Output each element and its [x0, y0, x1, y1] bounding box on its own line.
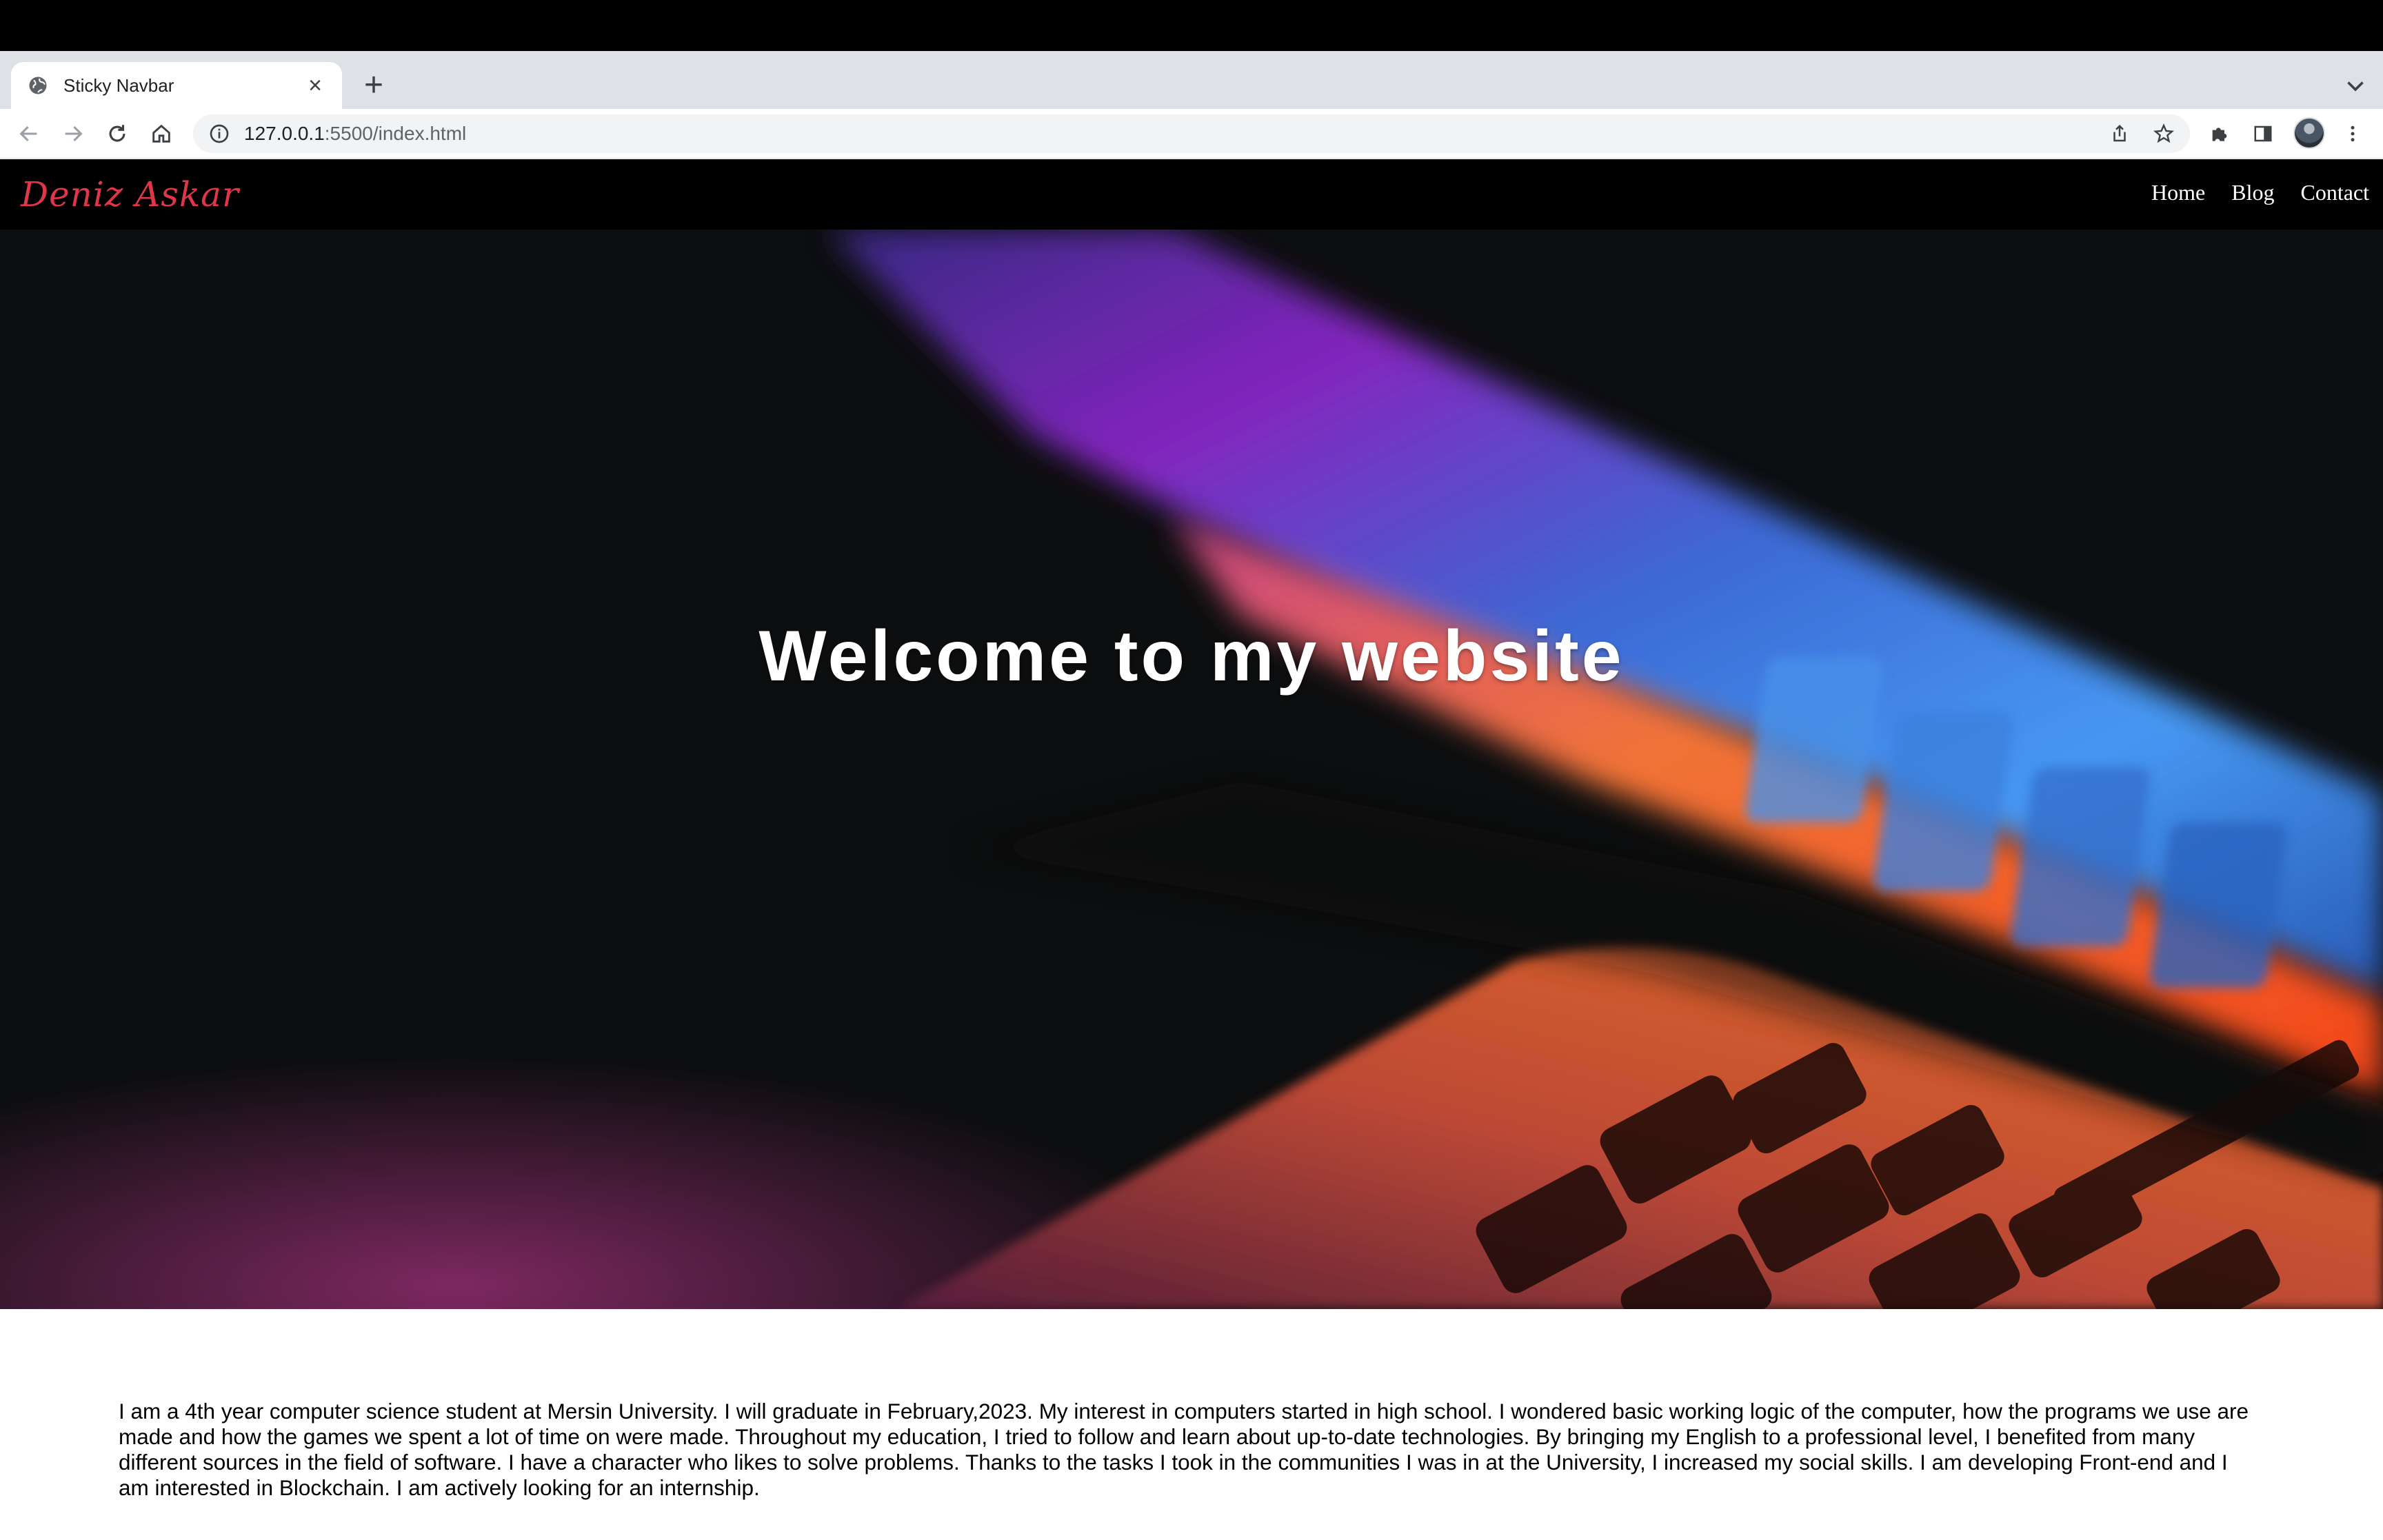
browser-toolbar: 127.0.0.1:5500/index.html	[0, 109, 2383, 159]
brand-logo[interactable]: Deniz Askar	[21, 174, 239, 214]
os-menu-bar	[0, 0, 2383, 51]
arrow-left-icon[interactable]	[15, 120, 43, 148]
hero-title: Welcome to my website	[758, 616, 1625, 696]
nav-link-contact[interactable]: Contact	[2300, 180, 2369, 205]
browser-tab[interactable]: Sticky Navbar ×	[11, 62, 342, 109]
reload-icon[interactable]	[103, 120, 131, 148]
nav-link-blog[interactable]: Blog	[2231, 180, 2274, 205]
profile-avatar[interactable]	[2293, 117, 2325, 149]
url-path: :5500/index.html	[324, 123, 467, 144]
kebab-menu-icon[interactable]	[2339, 120, 2366, 148]
chevron-down-icon[interactable]	[2343, 73, 2368, 98]
address-bar[interactable]: 127.0.0.1:5500/index.html	[193, 114, 2190, 153]
info-icon[interactable]	[208, 123, 230, 145]
share-icon[interactable]	[2106, 120, 2133, 148]
puzzle-icon[interactable]	[2205, 120, 2233, 148]
hero-background-image	[0, 230, 2383, 1309]
arrow-right-icon[interactable]	[59, 120, 87, 148]
tab-title: Sticky Navbar	[63, 74, 174, 96]
nav-link-home[interactable]: Home	[2151, 180, 2205, 205]
page-viewport: Deniz Askar Home Blog Contact Welcome to…	[0, 159, 2383, 1540]
globe-icon	[29, 77, 47, 94]
plus-icon[interactable]: +	[359, 69, 389, 102]
sticky-navbar: Deniz Askar Home Blog Contact	[0, 159, 2383, 230]
hero-section: Welcome to my website	[0, 230, 2383, 1309]
nav-links: Home Blog Contact	[2151, 180, 2369, 205]
close-icon[interactable]: ×	[305, 74, 325, 97]
side-panel-icon[interactable]	[2249, 120, 2277, 148]
star-icon[interactable]	[2150, 120, 2178, 148]
browser-tabstrip: Sticky Navbar × +	[0, 51, 2383, 109]
url-host: 127.0.0.1	[244, 123, 325, 144]
about-paragraph: I am a 4th year computer science student…	[119, 1398, 2249, 1500]
home-icon[interactable]	[148, 120, 175, 148]
